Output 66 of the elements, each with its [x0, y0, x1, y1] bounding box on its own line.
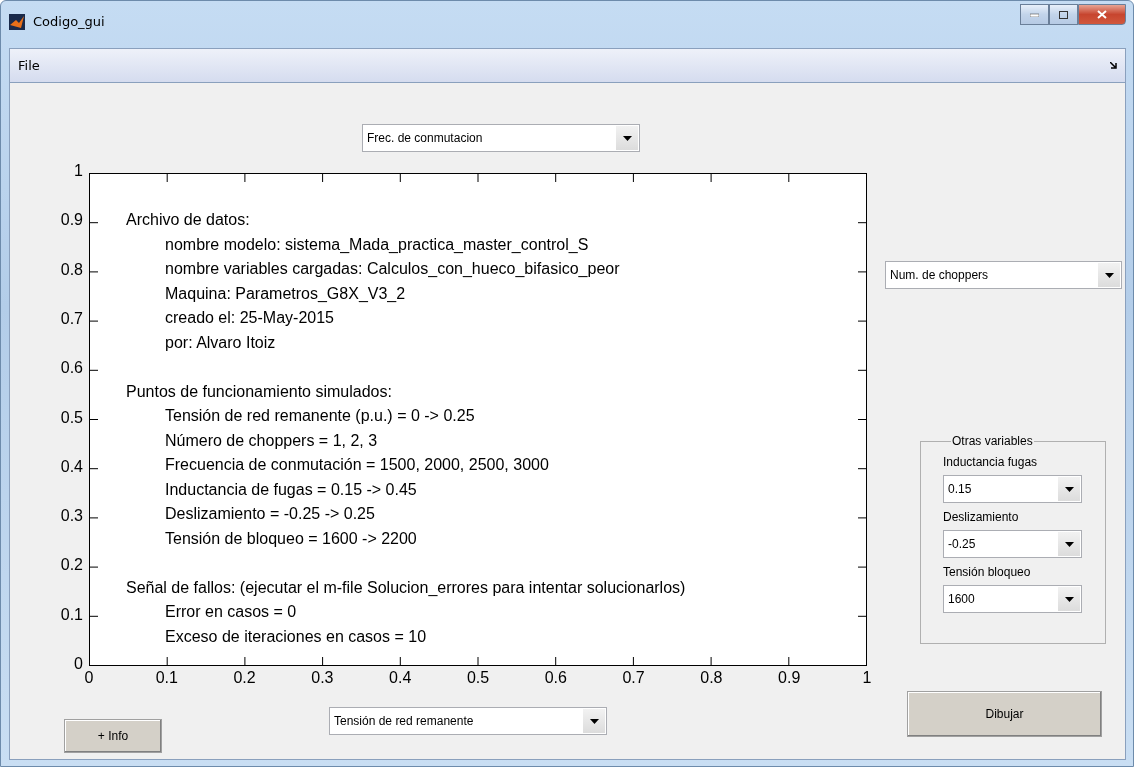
- y-tick-label: 0.2: [60, 556, 83, 575]
- field-label: Deslizamiento: [943, 510, 1020, 524]
- field-label: Tensión bloqueo: [943, 565, 1032, 579]
- x-tick-label: 1: [862, 669, 872, 687]
- dropdown[interactable]: Frec. de conmutacion: [362, 124, 640, 152]
- caret-icon: [589, 718, 599, 724]
- info-line: Exceso de iteraciones en casos = 10: [164, 626, 428, 647]
- x-tick-label: 0.7: [622, 669, 645, 687]
- caret-icon: [1064, 486, 1074, 492]
- info-line: nombre modelo: sistema_Mada_practica_master_control_S: [164, 234, 590, 255]
- y-tick-label: 0.4: [60, 457, 83, 476]
- y-tick-label: 0.3: [60, 507, 83, 526]
- info-heading: Archivo de datos:: [126, 210, 251, 230]
- info-line: Error en casos = 0: [164, 602, 298, 622]
- field-label: Inductancia fugas: [943, 455, 1039, 469]
- close-icon: [1097, 10, 1107, 19]
- y-tick-label: 0.5: [60, 408, 83, 427]
- x-tick-label: 0.9: [778, 669, 801, 687]
- info-heading: Puntos de funcionamiento simulados:: [126, 381, 393, 402]
- x-tick-label: 0.6: [544, 669, 567, 687]
- info-line: nombre variables cargadas: Calculos_con_hueco_bifasico_peor: [164, 259, 621, 279]
- draw-button[interactable]: Dibujar: [907, 691, 1102, 737]
- y-tick-label: 0.6: [60, 359, 83, 378]
- menu-item[interactable]: File: [18, 58, 40, 73]
- minimize-button[interactable]: [1020, 4, 1049, 25]
- info-line: creado el: 25-May-2015: [164, 308, 335, 328]
- maximize-button[interactable]: [1049, 4, 1078, 25]
- panel-title: Otras variables: [951, 434, 1034, 448]
- info-line: por: Alvaro Itoiz: [164, 332, 277, 353]
- y-tick-label: 0.1: [60, 605, 83, 624]
- info-line: Maquina: Parametros_G8X_V3_2: [164, 283, 407, 304]
- info-line: Número de choppers = 1, 2, 3: [164, 430, 379, 451]
- dropdown[interactable]: Num. de choppers: [885, 261, 1122, 289]
- y-tick-label: 0.8: [60, 260, 83, 279]
- caret-icon: [622, 135, 632, 141]
- caret-icon: [1064, 541, 1074, 547]
- maximize-icon: [1059, 10, 1068, 19]
- y-tick-label: 0.9: [60, 211, 83, 230]
- y-tick-label: 1: [74, 162, 83, 180]
- info-line: Tensión de bloqueo = 1600 -> 2200: [164, 528, 418, 549]
- info-heading: Señal de fallos: (ejecutar el m-file Solucion_errores para intentar solucionarlos): [126, 577, 687, 598]
- info-line: Frecuencia de conmutación = 1500, 2000, 2500, 3000: [164, 455, 550, 475]
- y-tick-label: 0: [74, 655, 83, 673]
- x-tick-label: 0.4: [389, 669, 412, 687]
- info-button[interactable]: + Info: [64, 719, 162, 753]
- window-title: Codigo_gui: [33, 14, 105, 29]
- x-tick-label: 0.2: [233, 669, 256, 687]
- y-tick-label: 0.7: [60, 309, 83, 328]
- dropdown[interactable]: 0.15: [943, 475, 1082, 503]
- x-tick-label: 0.3: [311, 669, 334, 687]
- x-tick-label: 0: [84, 669, 94, 687]
- minimize-icon: [1030, 12, 1039, 17]
- caret-icon: [1064, 596, 1074, 602]
- app-logo-icon: [9, 14, 25, 30]
- x-tick-label: 0.8: [700, 669, 723, 687]
- close-button[interactable]: [1078, 4, 1126, 25]
- dropdown[interactable]: -0.25: [943, 530, 1082, 558]
- x-tick-label: 0.5: [466, 669, 490, 687]
- info-line: Deslizamiento = -0.25 -> 0.25: [164, 504, 376, 524]
- caret-icon: [1104, 272, 1114, 278]
- dropdown[interactable]: 1600: [943, 585, 1082, 613]
- info-line: Inductancia de fugas = 0.15 -> 0.45: [164, 479, 418, 500]
- x-tick-label: 0.1: [155, 669, 178, 687]
- info-line: Tensión de red remanente (p.u.) = 0 -> 0.25: [164, 406, 476, 426]
- dock-arrow-icon[interactable]: [1110, 62, 1117, 69]
- dropdown[interactable]: Tensión de red remanente: [329, 707, 607, 735]
